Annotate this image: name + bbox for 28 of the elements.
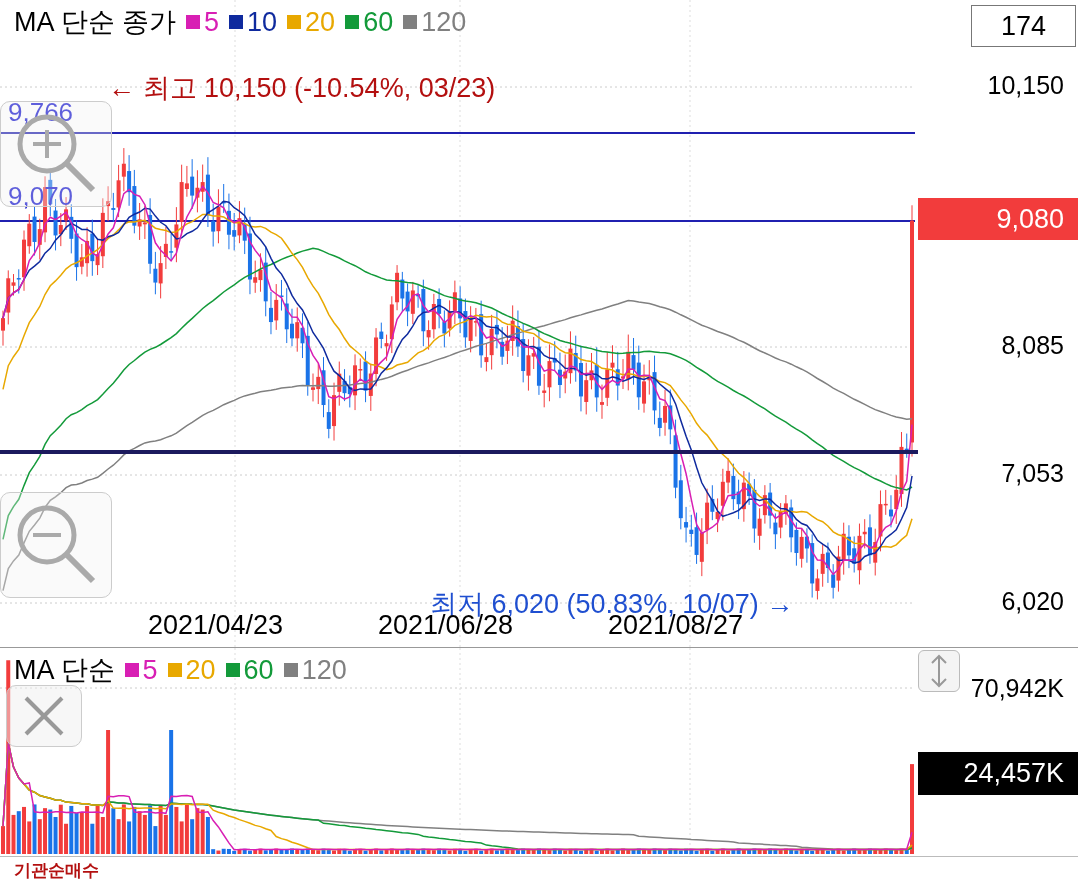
period-field[interactable]: 174 — [971, 5, 1076, 47]
resize-button[interactable] — [918, 650, 960, 692]
legend-title: MA 단순 — [14, 654, 115, 687]
price-axis-label: 6,020 — [1001, 587, 1064, 616]
volume-axis-label: 70,942K — [970, 674, 1064, 703]
legend-label: 20 — [305, 6, 336, 38]
current-volume-tag: 24,457K — [918, 752, 1078, 795]
current-price-tag: 9,080 — [918, 198, 1078, 240]
date-axis-label: 2021/04/23 — [148, 610, 284, 641]
legend-label: 60 — [363, 6, 394, 38]
legend-label: 120 — [421, 6, 467, 38]
high-price-annotation: ← 최고 10,150 (-10.54%, 03/23) — [108, 72, 496, 105]
panel-title: 기관순매수 — [14, 860, 99, 882]
price-axis-label: 10,150 — [987, 71, 1064, 100]
vertical-arrows-icon — [930, 654, 948, 688]
close-button[interactable] — [6, 685, 82, 747]
legend-label: 10 — [247, 6, 278, 38]
legend-label: 5 — [204, 6, 220, 38]
price-axis-label: 8,085 — [1001, 331, 1064, 360]
zoom-in-button[interactable] — [0, 101, 112, 207]
zoom-out-button[interactable] — [0, 492, 112, 598]
legend-label: 5 — [142, 654, 158, 686]
legend-label: 120 — [301, 654, 347, 686]
legend-title: MA 단순 종가 — [14, 6, 176, 39]
legend-label: 20 — [185, 654, 216, 686]
legend-label: 60 — [243, 654, 274, 686]
price-axis-label: 7,053 — [1001, 459, 1064, 488]
close-icon — [22, 694, 66, 738]
